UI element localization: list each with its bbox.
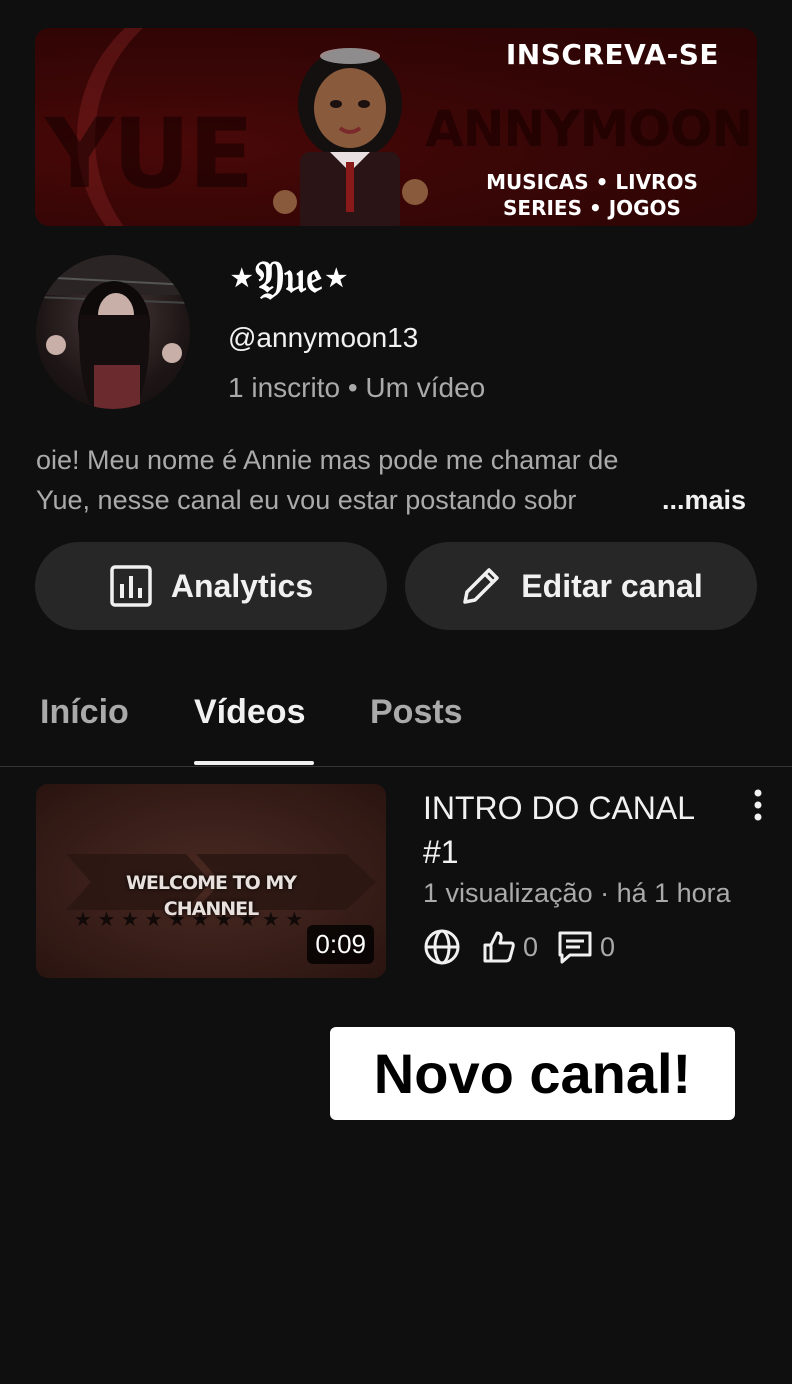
description-more-link[interactable]: ...mais — [658, 480, 747, 520]
overlay-caption: Novo canal! — [330, 1027, 735, 1120]
video-duration: 0:09 — [307, 925, 374, 964]
avatar-photo — [36, 255, 190, 409]
video-meta: 1 visualização · há 1 hora — [423, 878, 731, 908]
thumbnail-text: WELCOME TO MY CHANNEL — [36, 870, 386, 922]
channel-description[interactable]: oie! Meu nome é Annie mas pode me chamar… — [36, 440, 756, 520]
thumbnail-text-line-1: WELCOME TO MY — [125, 872, 297, 894]
tab-inicio[interactable]: Início — [40, 693, 129, 732]
video-title[interactable]: INTRO DO CANAL #1 — [423, 786, 733, 874]
thumbnail-text-line-2: CHANNEL — [163, 898, 259, 920]
more-options-icon[interactable] — [748, 788, 768, 822]
tab-posts[interactable]: Posts — [370, 693, 463, 732]
video-stats: 0 0 — [423, 928, 615, 966]
banner-tags-line-2: SERIES • JOGOS — [503, 196, 681, 220]
analytics-label: Analytics — [170, 567, 314, 604]
channel-avatar[interactable] — [36, 255, 190, 409]
channel-name: ⋆𝔜𝔲𝔢⋆ — [228, 252, 351, 303]
pencil-icon — [463, 568, 500, 604]
comment-icon — [556, 928, 594, 966]
banner-character-image — [273, 48, 428, 226]
like-icon — [481, 929, 517, 965]
tab-videos[interactable]: Vídeos — [194, 693, 305, 732]
channel-tabs: Início Vídeos Posts — [0, 665, 792, 767]
comment-count: 0 — [600, 931, 616, 962]
analytics-button[interactable]: Analytics — [35, 542, 387, 630]
analytics-icon — [110, 565, 152, 607]
channel-stats: 1 inscrito • Um vídeo — [228, 372, 486, 403]
active-tab-indicator — [194, 761, 314, 765]
video-thumbnail[interactable]: ★ ★ ★ ★ ★ ★ ★ ★ ★ ★ WELCOME TO MY CHANNE… — [36, 784, 386, 978]
globe-icon — [423, 928, 461, 966]
description-line-2: Yue, nesse canal eu vou estar postando s… — [36, 485, 577, 515]
description-line-1: oie! Meu nome é Annie mas pode me chamar… — [36, 445, 619, 475]
edit-channel-button[interactable]: Editar canal — [405, 542, 757, 630]
banner-tags-line-1: MUSICAS • LIVROS — [486, 170, 698, 194]
edit-channel-label: Editar canal — [521, 567, 703, 604]
banner-subscribe-text: INSCREVA-SE — [505, 38, 719, 71]
channel-banner: YUE ANNYMOON13 INSCREVA-SE MUSICAS • LIV… — [35, 28, 757, 226]
channel-handle: @annymoon13 — [228, 322, 419, 353]
like-count: 0 — [523, 931, 539, 962]
banner-bg-text-right: ANNYMOON13 — [425, 100, 757, 158]
banner-bg-text-left: YUE — [45, 98, 254, 210]
